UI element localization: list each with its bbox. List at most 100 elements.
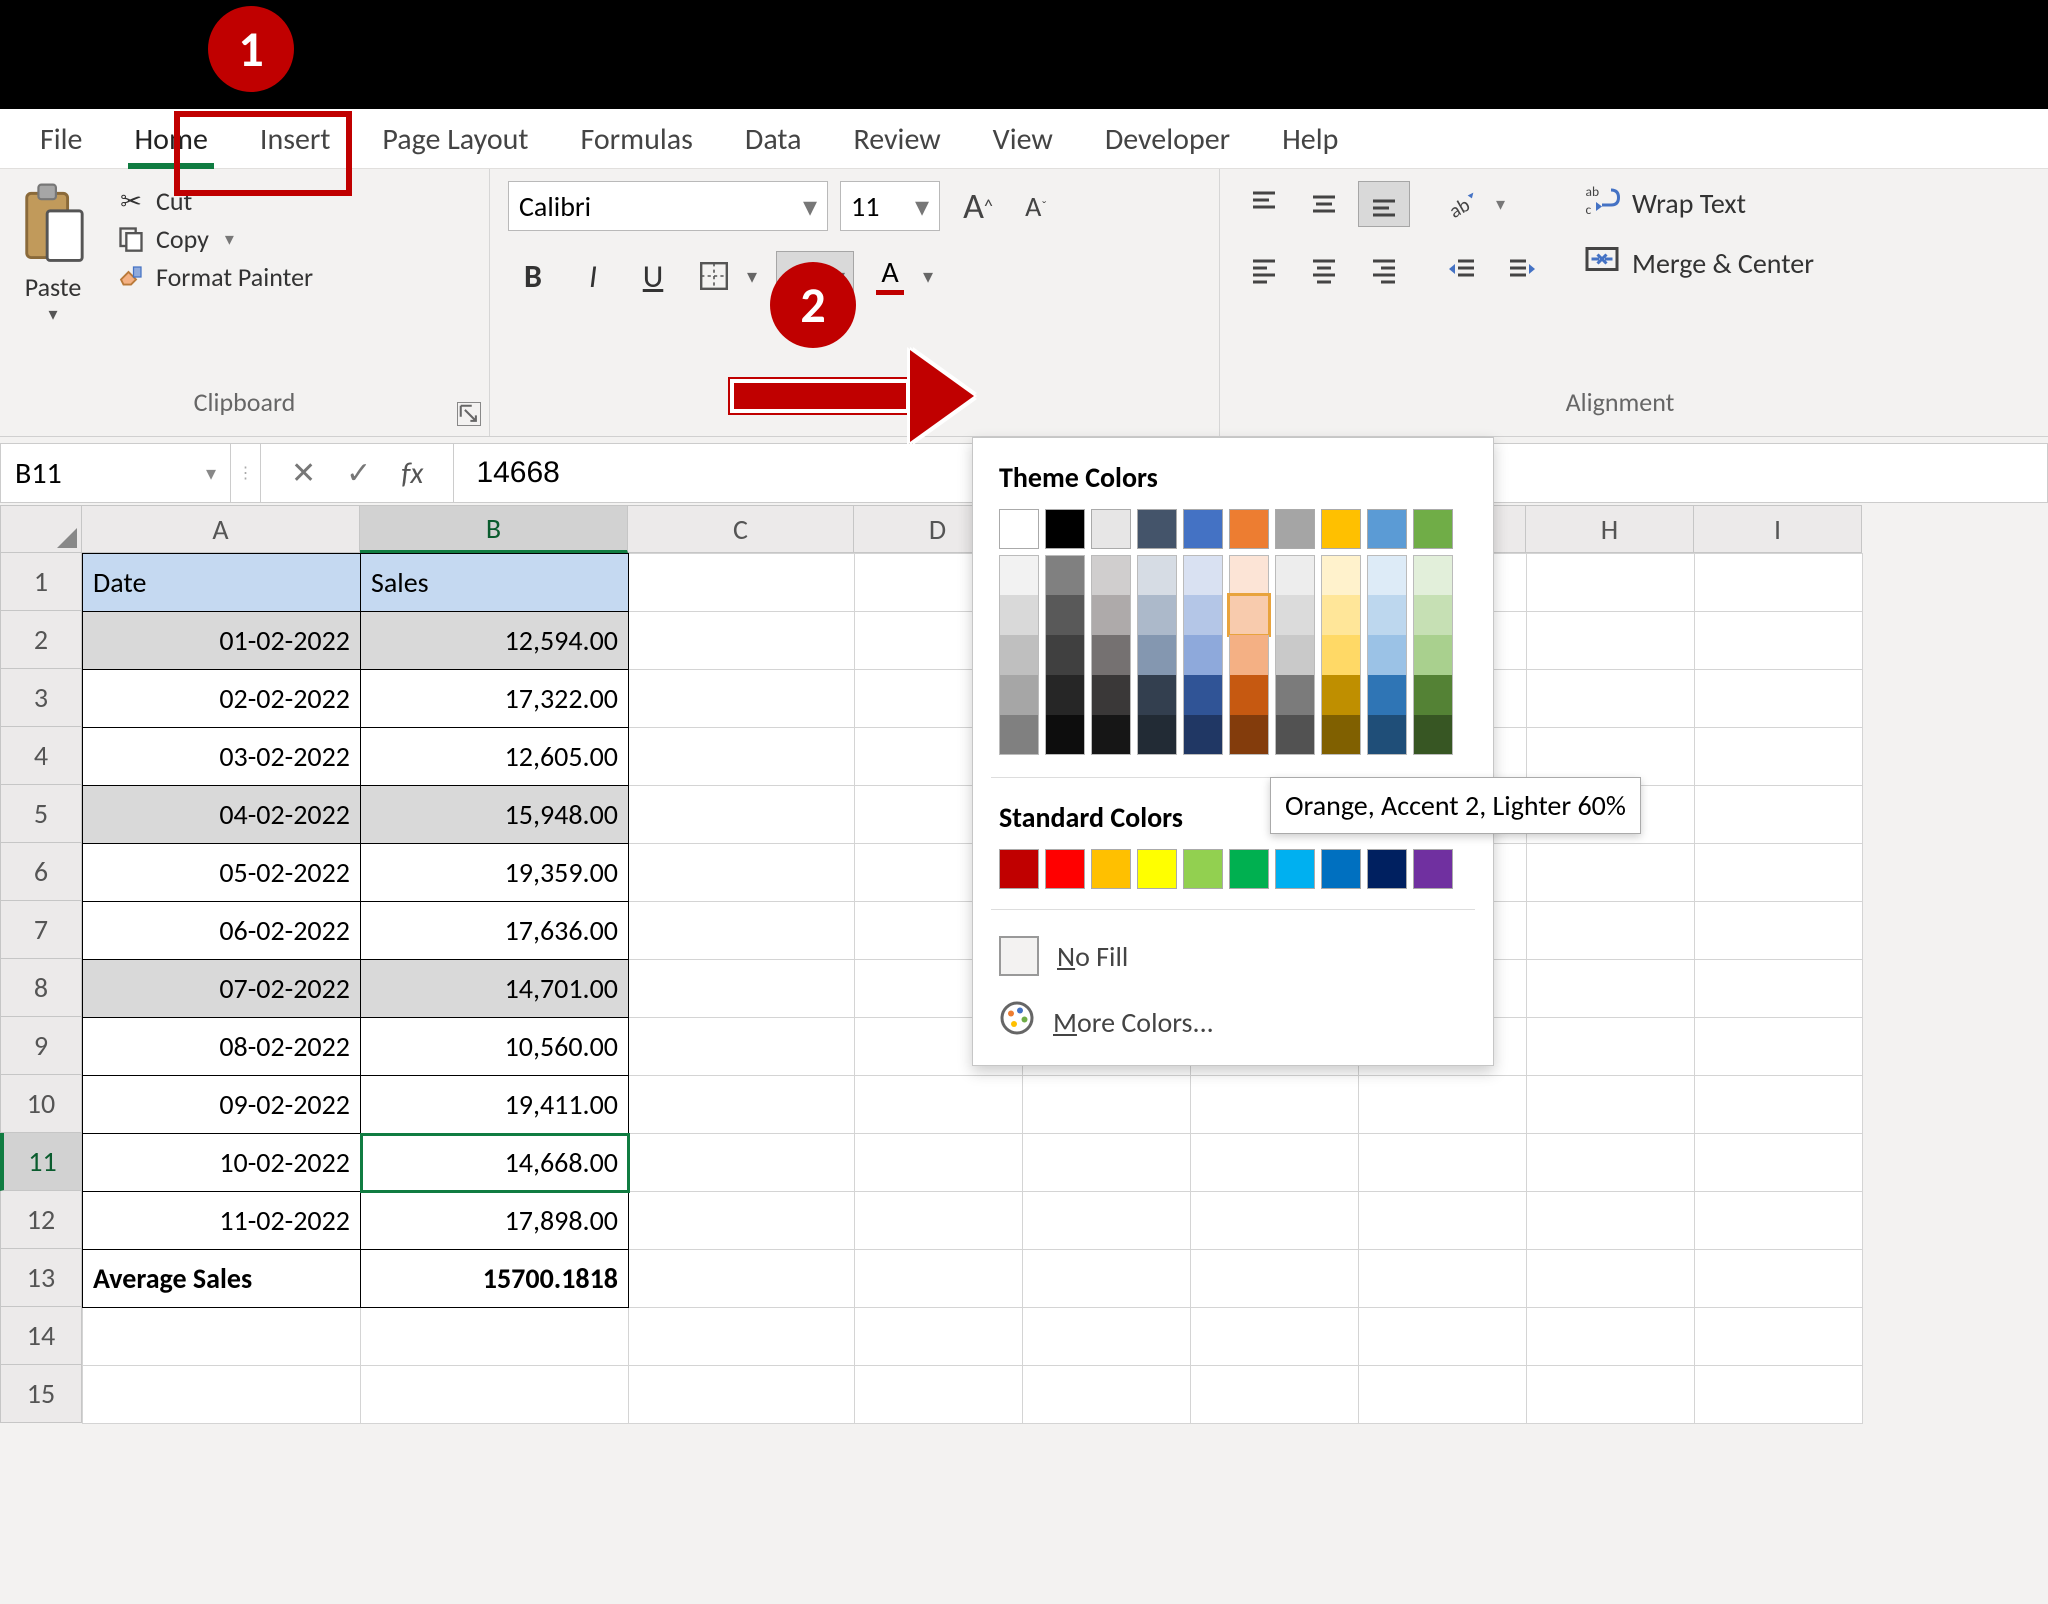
color-swatch[interactable]	[1413, 509, 1453, 549]
color-swatch[interactable]	[1229, 675, 1269, 715]
cell-I9[interactable]	[1695, 1018, 1863, 1076]
tab-view[interactable]: View	[967, 111, 1079, 168]
chevron-down-icon[interactable]: ▾	[48, 303, 57, 325]
cell-D14[interactable]	[855, 1308, 1023, 1366]
cell-A14[interactable]	[83, 1308, 361, 1366]
cell-B2[interactable]: 12,594.00	[361, 612, 629, 670]
font-size-combo[interactable]: 11 ▾	[840, 181, 940, 231]
color-swatch[interactable]	[1275, 849, 1315, 889]
cell-E12[interactable]	[1023, 1192, 1191, 1250]
cell-A9[interactable]: 08-02-2022	[83, 1018, 361, 1076]
color-swatch[interactable]	[1137, 675, 1177, 715]
color-swatch[interactable]	[1229, 849, 1269, 889]
cell-H2[interactable]	[1527, 612, 1695, 670]
align-right-button[interactable]	[1358, 247, 1410, 293]
cell-B13[interactable]: 15700.1818	[361, 1250, 629, 1308]
cell-B4[interactable]: 12,605.00	[361, 728, 629, 786]
cell-A2[interactable]: 01-02-2022	[83, 612, 361, 670]
cell-F10[interactable]	[1191, 1076, 1359, 1134]
more-colors-button[interactable]: More Colors...	[973, 988, 1493, 1057]
row-header-1[interactable]: 1	[0, 553, 82, 611]
color-swatch[interactable]	[1367, 555, 1407, 595]
cell-I7[interactable]	[1695, 902, 1863, 960]
cell-C1[interactable]	[629, 554, 855, 612]
color-swatch[interactable]	[1091, 509, 1131, 549]
cell-I2[interactable]	[1695, 612, 1863, 670]
cell-I3[interactable]	[1695, 670, 1863, 728]
color-swatch[interactable]	[1229, 555, 1269, 595]
color-swatch[interactable]	[1275, 675, 1315, 715]
cell-H12[interactable]	[1527, 1192, 1695, 1250]
cell-B3[interactable]: 17,322.00	[361, 670, 629, 728]
color-swatch[interactable]	[1321, 715, 1361, 755]
color-swatch[interactable]	[1183, 635, 1223, 675]
tab-help[interactable]: Help	[1256, 111, 1364, 168]
color-swatch[interactable]	[1091, 675, 1131, 715]
color-swatch[interactable]	[1045, 595, 1085, 635]
tab-data[interactable]: Data	[719, 111, 828, 168]
color-swatch[interactable]	[1183, 595, 1223, 635]
row-header-12[interactable]: 12	[0, 1191, 82, 1249]
color-swatch[interactable]	[1137, 509, 1177, 549]
borders-button[interactable]: ▾	[688, 251, 766, 301]
cell-C13[interactable]	[629, 1250, 855, 1308]
color-swatch[interactable]	[999, 849, 1039, 889]
color-swatch[interactable]	[1413, 675, 1453, 715]
align-bottom-button[interactable]	[1358, 181, 1410, 227]
row-header-13[interactable]: 13	[0, 1249, 82, 1307]
orientation-button[interactable]: ab	[1436, 181, 1488, 227]
cell-G13[interactable]	[1359, 1250, 1527, 1308]
cell-G15[interactable]	[1359, 1366, 1527, 1424]
cell-A12[interactable]: 11-02-2022	[83, 1192, 361, 1250]
color-swatch[interactable]	[1045, 675, 1085, 715]
color-swatch[interactable]	[1137, 635, 1177, 675]
cell-I15[interactable]	[1695, 1366, 1863, 1424]
row-header-11[interactable]: 11	[0, 1133, 82, 1191]
cell-B11[interactable]: 14,668.00	[361, 1134, 629, 1192]
cell-D15[interactable]	[855, 1366, 1023, 1424]
decrease-indent-button[interactable]	[1436, 247, 1488, 293]
cancel-formula-button[interactable]: ✕	[291, 455, 316, 492]
cut-button[interactable]: ✂ Cut	[116, 185, 313, 217]
color-swatch[interactable]	[1183, 675, 1223, 715]
cell-A13[interactable]: Average Sales	[83, 1250, 361, 1308]
tab-formulas[interactable]: Formulas	[554, 111, 718, 168]
cell-F13[interactable]	[1191, 1250, 1359, 1308]
color-swatch[interactable]	[1321, 595, 1361, 635]
cell-C2[interactable]	[629, 612, 855, 670]
color-swatch[interactable]	[1091, 595, 1131, 635]
tab-file[interactable]: File	[14, 111, 108, 168]
cell-C10[interactable]	[629, 1076, 855, 1134]
cell-H15[interactable]	[1527, 1366, 1695, 1424]
cell-I12[interactable]	[1695, 1192, 1863, 1250]
color-swatch[interactable]	[1091, 715, 1131, 755]
color-swatch[interactable]	[1413, 715, 1453, 755]
cell-D13[interactable]	[855, 1250, 1023, 1308]
cell-I6[interactable]	[1695, 844, 1863, 902]
cell-C9[interactable]	[629, 1018, 855, 1076]
clipboard-dialog-launcher[interactable]	[457, 402, 481, 426]
align-middle-button[interactable]	[1298, 181, 1350, 227]
cell-A6[interactable]: 05-02-2022	[83, 844, 361, 902]
color-swatch[interactable]	[1321, 555, 1361, 595]
italic-button[interactable]: I	[568, 252, 618, 300]
cell-D12[interactable]	[855, 1192, 1023, 1250]
color-swatch[interactable]	[1045, 715, 1085, 755]
cell-H10[interactable]	[1527, 1076, 1695, 1134]
paste-button[interactable]: Paste ▾	[18, 181, 88, 325]
cell-E13[interactable]	[1023, 1250, 1191, 1308]
color-swatch[interactable]	[1183, 715, 1223, 755]
cell-C3[interactable]	[629, 670, 855, 728]
row-header-9[interactable]: 9	[0, 1017, 82, 1075]
cell-C5[interactable]	[629, 786, 855, 844]
cell-B5[interactable]: 15,948.00	[361, 786, 629, 844]
chevron-down-icon[interactable]: ▾	[803, 189, 817, 224]
cell-F12[interactable]	[1191, 1192, 1359, 1250]
cell-B15[interactable]	[361, 1366, 629, 1424]
decrease-font-button[interactable]: Aˇ	[1010, 183, 1062, 229]
underline-button[interactable]: U	[628, 252, 678, 300]
color-swatch[interactable]	[1045, 509, 1085, 549]
color-swatch[interactable]	[1045, 849, 1085, 889]
cell-G12[interactable]	[1359, 1192, 1527, 1250]
increase-indent-button[interactable]	[1496, 247, 1548, 293]
